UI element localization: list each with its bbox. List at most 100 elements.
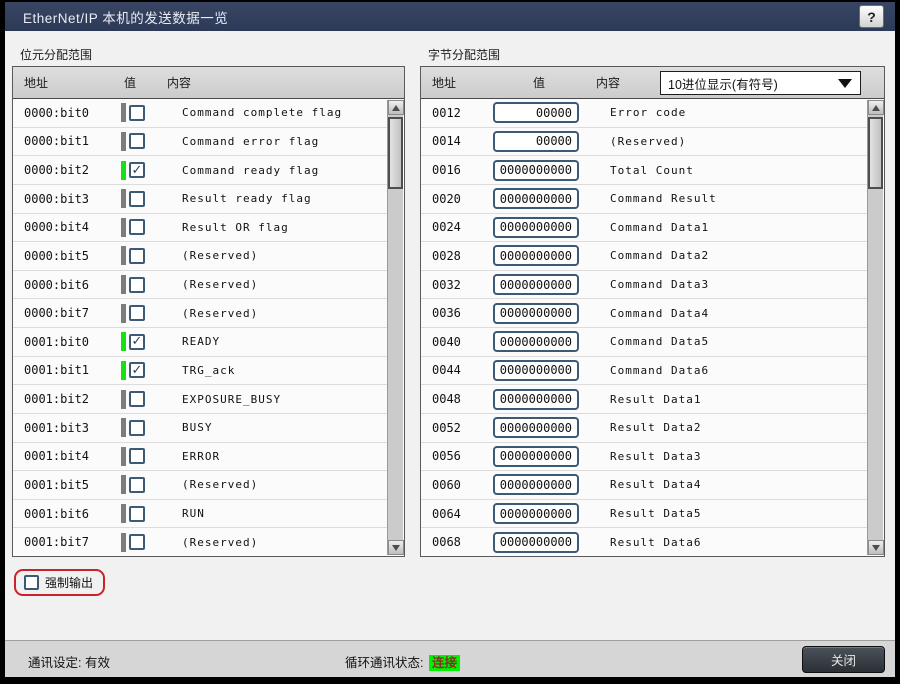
scroll-down-icon[interactable]	[388, 540, 404, 555]
byte-value-input[interactable]	[493, 217, 579, 238]
bit-content: Result OR flag	[182, 221, 289, 234]
byte-content: Result Data1	[610, 393, 701, 406]
byte-row: 0028Command Data2	[421, 242, 867, 271]
byte-value-input[interactable]	[493, 417, 579, 438]
bit-content: READY	[182, 335, 220, 348]
byte-value-input[interactable]	[493, 389, 579, 410]
bit-checkbox[interactable]	[129, 534, 145, 550]
byte-scrollbar[interactable]	[867, 100, 883, 555]
bit-address: 0000:bit2	[24, 163, 121, 177]
bit-checkbox[interactable]	[129, 506, 145, 522]
byte-value-cell	[493, 274, 597, 295]
bit-content: (Reserved)	[182, 249, 258, 262]
byte-address: 0044	[432, 363, 493, 377]
bit-checkbox[interactable]	[129, 362, 145, 378]
byte-content: Command Data6	[610, 364, 709, 377]
bit-value-cell	[121, 189, 169, 208]
byte-value-input[interactable]	[493, 131, 579, 152]
byte-value-cell	[493, 217, 597, 238]
byte-value-input[interactable]	[493, 503, 579, 524]
byte-address: 0048	[432, 392, 493, 406]
force-output-checkbox[interactable]	[24, 575, 39, 590]
byte-row: 0064Result Data5	[421, 500, 867, 529]
bit-value-cell	[121, 504, 169, 523]
bit-content: (Reserved)	[182, 478, 258, 491]
bit-row: 0000:bit7(Reserved)	[13, 299, 387, 328]
close-button[interactable]: 关闭	[802, 646, 885, 673]
byte-value-input[interactable]	[493, 245, 579, 266]
byte-value-input[interactable]	[493, 474, 579, 495]
value-indicator-bar	[121, 475, 126, 494]
byte-value-input[interactable]	[493, 360, 579, 381]
byte-table-body: 0012Error code0014(Reserved)0016Total Co…	[421, 99, 884, 556]
bit-row: 0001:bit2EXPOSURE_BUSY	[13, 385, 387, 414]
bit-checkbox[interactable]	[129, 477, 145, 493]
bit-scrollbar[interactable]	[387, 100, 403, 555]
bit-value-cell	[121, 246, 169, 265]
bit-checkbox[interactable]	[129, 219, 145, 235]
byte-row: 0060Result Data4	[421, 471, 867, 500]
byte-section-title: 字节分配范围	[428, 46, 500, 63]
byte-value-input[interactable]	[493, 303, 579, 324]
bit-checkbox[interactable]	[129, 305, 145, 321]
bit-checkbox[interactable]	[129, 448, 145, 464]
bit-col-value: 值	[124, 74, 167, 91]
byte-value-cell	[493, 503, 597, 524]
byte-col-value: 值	[533, 74, 596, 91]
bit-checkbox[interactable]	[129, 248, 145, 264]
display-mode-dropdown[interactable]: 10进位显示(有符号)	[660, 71, 861, 95]
help-button[interactable]: ?	[859, 5, 884, 28]
byte-value-input[interactable]	[493, 446, 579, 467]
bit-scrollbar-thumb[interactable]	[388, 117, 403, 189]
value-indicator-bar	[121, 189, 126, 208]
bit-checkbox[interactable]	[129, 391, 145, 407]
bit-row: 0000:bit5(Reserved)	[13, 242, 387, 271]
title-bar: EtherNet/IP 本机的发送数据一览 ?	[5, 2, 895, 31]
comm-setting-status: 通讯设定: 有效	[28, 652, 110, 671]
bit-checkbox[interactable]	[129, 277, 145, 293]
bit-address: 0001:bit4	[24, 449, 121, 463]
byte-value-input[interactable]	[493, 102, 579, 123]
bit-checkbox[interactable]	[129, 162, 145, 178]
bit-row: 0001:bit5 (Reserved)	[13, 471, 387, 500]
value-indicator-bar	[121, 390, 126, 409]
byte-value-cell	[493, 417, 597, 438]
bit-value-cell	[121, 275, 169, 294]
byte-value-input[interactable]	[493, 188, 579, 209]
byte-value-input[interactable]	[493, 331, 579, 352]
bit-content: EXPOSURE_BUSY	[182, 393, 281, 406]
bit-value-cell	[121, 390, 169, 409]
byte-value-input[interactable]	[493, 160, 579, 181]
bit-checkbox[interactable]	[129, 191, 145, 207]
byte-value-input[interactable]	[493, 274, 579, 295]
scroll-down-icon[interactable]	[868, 540, 884, 555]
byte-col-address: 地址	[432, 74, 533, 91]
byte-scrollbar-thumb[interactable]	[868, 117, 883, 189]
byte-content: Command Data3	[610, 278, 709, 291]
scroll-up-icon[interactable]	[388, 100, 404, 115]
byte-value-cell	[493, 331, 597, 352]
byte-value-input[interactable]	[493, 532, 579, 553]
value-indicator-bar	[121, 246, 126, 265]
bit-content: Command complete flag	[182, 106, 342, 119]
byte-row: 0044 Command Data6	[421, 357, 867, 386]
value-indicator-bar	[121, 533, 126, 552]
byte-row: 0048 Result Data1	[421, 385, 867, 414]
byte-content: Command Data2	[610, 249, 709, 262]
byte-row: 0032Command Data3	[421, 271, 867, 300]
bit-checkbox[interactable]	[129, 420, 145, 436]
bit-checkbox[interactable]	[129, 133, 145, 149]
byte-table-header: 地址 值 内容 10进位显示(有符号)	[421, 67, 884, 99]
byte-value-cell	[493, 160, 597, 181]
byte-value-cell	[493, 102, 597, 123]
byte-row: 0040Command Data5	[421, 328, 867, 357]
byte-value-cell	[493, 245, 597, 266]
byte-content: Total Count	[610, 164, 694, 177]
scroll-up-icon[interactable]	[868, 100, 884, 115]
bit-checkbox[interactable]	[129, 334, 145, 350]
bit-row: 0000:bit1Command error flag	[13, 128, 387, 157]
byte-content: Result Data6	[610, 536, 701, 549]
bit-address: 0001:bit5	[24, 478, 121, 492]
bit-checkbox[interactable]	[129, 105, 145, 121]
value-indicator-bar	[121, 447, 126, 466]
